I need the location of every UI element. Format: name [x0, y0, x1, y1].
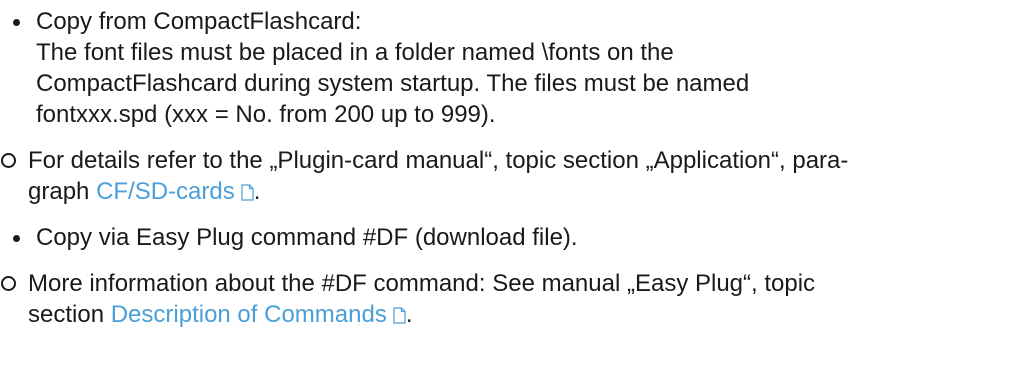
text-line: More information about the #DF command: …: [28, 270, 816, 297]
text-fragment: section: [28, 301, 111, 328]
text-line: The font files must be placed in a folde…: [36, 39, 674, 66]
list-item-text: Copy via Easy Plug command #DF (download…: [36, 222, 578, 253]
text-line: section Description of Commands.: [28, 299, 815, 330]
note-text: More information about the #DF command: …: [28, 268, 815, 330]
circle-marker-icon: [1, 276, 16, 291]
cf-sd-cards-link[interactable]: CF/SD-cards: [96, 178, 254, 205]
list-item-copy-compactflash: Copy from CompactFlashcard: The font fil…: [0, 6, 1000, 130]
text-fragment: .: [253, 178, 261, 205]
text-fragment: .: [405, 301, 413, 328]
note-df-command: More information about the #DF command: …: [0, 268, 1000, 330]
text-line: Copy via Easy Plug command #DF (download…: [36, 224, 578, 251]
text-line: fontxxx.spd (xxx = No. from 200 up to 99…: [36, 101, 496, 128]
text-line: Copy from CompactFlashcard:: [36, 8, 362, 35]
description-of-commands-link[interactable]: Description of Commands: [111, 301, 406, 328]
note-text: For details refer to the „Plugin-card ma…: [28, 145, 848, 207]
circle-marker-icon: [1, 153, 16, 168]
note-plugin-card-manual: For details refer to the „Plugin-card ma…: [0, 145, 1000, 207]
list-item-copy-easy-plug: Copy via Easy Plug command #DF (download…: [0, 222, 1000, 253]
bullet-icon: [12, 6, 24, 37]
document-link-icon[interactable]: [393, 307, 406, 324]
document-link-icon[interactable]: [241, 184, 254, 201]
bullet-icon: [12, 222, 24, 253]
text-fragment: graph: [28, 178, 97, 205]
link-label[interactable]: CF/SD-cards: [96, 178, 235, 205]
list-item-text: Copy from CompactFlashcard: The font fil…: [36, 6, 749, 130]
text-line: graph CF/SD-cards.: [28, 176, 848, 207]
text-line: CompactFlashcard during system startup. …: [36, 70, 750, 97]
text-line: For details refer to the „Plugin-card ma…: [28, 147, 849, 174]
link-label[interactable]: Description of Commands: [111, 301, 387, 328]
